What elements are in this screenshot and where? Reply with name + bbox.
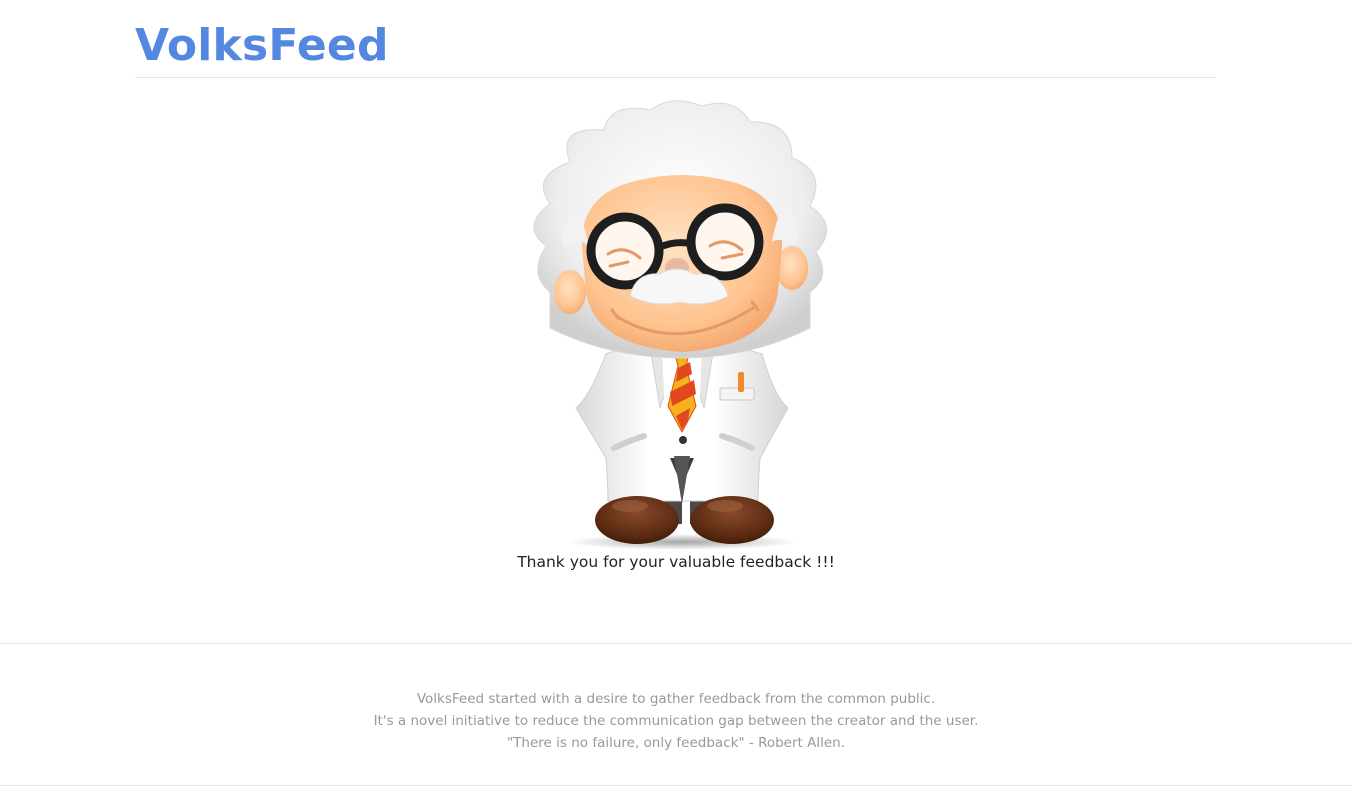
scientist-mascot-icon — [510, 96, 842, 552]
thank-you-message: Thank you for your valuable feedback !!! — [517, 553, 835, 571]
footer-line-1: VolksFeed started with a desire to gathe… — [416, 691, 936, 707]
site-header: VolksFeed — [135, 18, 1216, 78]
footer-about-text: VolksFeed started with a desire to gathe… — [0, 688, 1352, 754]
site-footer: VolksFeed started with a desire to gathe… — [0, 643, 1352, 786]
footer-quote: "There is no failure, only feedback" - R… — [506, 735, 846, 751]
page: VolksFeed Thank you for your valuable fe… — [0, 0, 1366, 801]
footer-line-2: It's a novel initiative to reduce the co… — [373, 713, 979, 729]
brand-logo-link[interactable]: VolksFeed — [135, 20, 389, 72]
